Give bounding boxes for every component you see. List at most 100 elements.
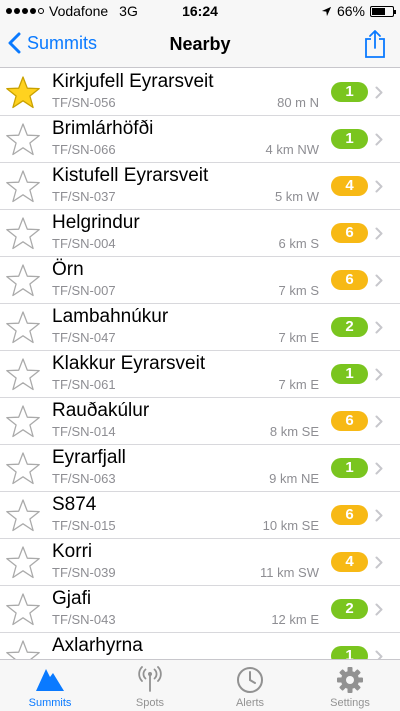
summit-row[interactable]: Klakkur Eyrarsveit TF/SN-061 7 km E 1	[0, 351, 400, 398]
tab-settings[interactable]: Settings	[300, 660, 400, 711]
summit-row[interactable]: Axlarhyrna 1	[0, 633, 400, 659]
summit-row[interactable]: Eyrarfjall TF/SN-063 9 km NE 1	[0, 445, 400, 492]
summit-reference: TF/SN-004	[52, 236, 116, 251]
tab-summits[interactable]: Summits	[0, 660, 100, 711]
summit-name: Lambahnúkur	[52, 306, 169, 327]
summit-reference: TF/SN-043	[52, 612, 116, 627]
chevron-right-icon	[375, 509, 383, 527]
summit-row[interactable]: Örn TF/SN-007 7 km S 6	[0, 257, 400, 304]
tab-alerts[interactable]: Alerts	[200, 660, 300, 711]
tab-label: Summits	[28, 697, 72, 709]
location-arrow-icon	[321, 6, 332, 16]
chevron-right-icon	[375, 603, 383, 621]
summit-distance: 12 km E	[271, 612, 319, 627]
points-badge: 1	[331, 458, 368, 478]
page-title: Nearby	[169, 34, 231, 54]
points-badge: 1	[331, 129, 368, 149]
favorite-star-icon[interactable]	[5, 122, 41, 158]
favorite-star-icon[interactable]	[5, 310, 41, 346]
gear-icon	[336, 666, 364, 699]
tab-label: Spots	[135, 697, 165, 709]
summit-row[interactable]: Gjafi TF/SN-043 12 km E 2	[0, 586, 400, 633]
summit-reference: TF/SN-063	[52, 471, 116, 486]
summit-distance: 8 km SE	[269, 424, 319, 439]
summit-distance: 4 km NW	[265, 142, 319, 157]
tab-spots[interactable]: Spots	[100, 660, 200, 711]
points-badge: 6	[331, 505, 368, 525]
navigation-bar: Summits Nearby	[0, 22, 400, 68]
chevron-right-icon	[375, 650, 383, 659]
favorite-star-icon[interactable]	[5, 639, 41, 659]
favorite-star-icon[interactable]	[5, 545, 41, 581]
summit-row[interactable]: S874 TF/SN-015 10 km SE 6	[0, 492, 400, 539]
summit-distance: 10 km SE	[262, 518, 319, 533]
points-badge: 6	[331, 270, 368, 290]
clock-icon	[236, 666, 264, 699]
summit-name: Örn	[52, 259, 84, 280]
summit-distance: 7 km E	[278, 377, 319, 392]
summit-row[interactable]: Helgrindur TF/SN-004 6 km S 6	[0, 210, 400, 257]
summit-name: Gjafi	[52, 588, 92, 609]
chevron-right-icon	[375, 321, 383, 339]
summit-name: Helgrindur	[52, 212, 140, 233]
favorite-star-icon[interactable]	[5, 263, 41, 299]
summit-row[interactable]: Brimlárhöfði TF/SN-066 4 km NW 1	[0, 116, 400, 163]
summit-reference: TF/SN-066	[52, 142, 116, 157]
summit-name: Brimlárhöfði	[52, 118, 154, 139]
tab-label: Alerts	[235, 697, 265, 709]
status-right: 66%	[321, 3, 396, 19]
chevron-right-icon	[375, 180, 383, 198]
summit-row[interactable]: Kirkjufell Eyrarsveit TF/SN-056 80 m N 1	[0, 69, 400, 116]
favorite-star-icon[interactable]	[5, 498, 41, 534]
points-badge: 2	[331, 599, 368, 619]
summit-reference: TF/SN-014	[52, 424, 116, 439]
summit-name: Axlarhyrna	[52, 635, 143, 656]
summit-reference: TF/SN-039	[52, 565, 116, 580]
summit-name: Eyrarfjall	[52, 447, 126, 468]
summit-distance: 7 km E	[278, 330, 319, 345]
summit-reference: TF/SN-015	[52, 518, 116, 533]
summit-reference: TF/SN-037	[52, 189, 116, 204]
chevron-right-icon	[375, 462, 383, 480]
summit-row[interactable]: Kistufell Eyrarsveit TF/SN-037 5 km W 4	[0, 163, 400, 210]
summit-distance: 9 km NE	[269, 471, 319, 486]
battery-percent: 66%	[336, 3, 365, 19]
favorite-star-icon[interactable]	[5, 216, 41, 252]
summit-list[interactable]: Kirkjufell Eyrarsveit TF/SN-056 80 m N 1 Bri…	[0, 69, 400, 659]
points-badge: 1	[331, 646, 368, 659]
share-icon[interactable]	[364, 29, 386, 59]
points-badge: 1	[331, 364, 368, 384]
summit-name: Korri	[52, 541, 93, 562]
summit-row[interactable]: Korri TF/SN-039 11 km SW 4	[0, 539, 400, 586]
favorite-star-icon[interactable]	[5, 357, 41, 393]
summit-distance: 7 km S	[278, 283, 319, 298]
points-badge: 4	[331, 552, 368, 572]
chevron-right-icon	[375, 133, 383, 151]
summit-distance: 80 m N	[277, 95, 319, 110]
favorite-star-icon[interactable]	[5, 75, 41, 111]
favorite-star-icon[interactable]	[5, 451, 41, 487]
summit-row[interactable]: Lambahnúkur TF/SN-047 7 km E 2	[0, 304, 400, 351]
summit-row[interactable]: Rauðakúlur TF/SN-014 8 km SE 6	[0, 398, 400, 445]
points-badge: 1	[331, 82, 368, 102]
points-badge: 6	[331, 223, 368, 243]
battery-fill	[372, 7, 386, 15]
chevron-right-icon	[375, 368, 383, 386]
summit-distance: 5 km W	[274, 189, 319, 204]
tab-label: Settings	[330, 697, 370, 709]
chevron-right-icon	[375, 86, 383, 104]
favorite-star-icon[interactable]	[5, 404, 41, 440]
battery-icon	[370, 5, 396, 17]
summit-reference: TF/SN-056	[52, 95, 116, 110]
tab-bar: Summits Spots Alerts Settings	[0, 659, 400, 711]
points-badge: 2	[331, 317, 368, 337]
chevron-right-icon	[375, 415, 383, 433]
summit-distance: 6 km S	[278, 236, 319, 251]
favorite-star-icon[interactable]	[5, 169, 41, 205]
favorite-star-icon[interactable]	[5, 592, 41, 628]
antenna-icon	[137, 666, 163, 697]
summit-reference: TF/SN-061	[52, 377, 116, 392]
summit-name: Klakkur Eyrarsveit	[52, 353, 206, 374]
summit-reference: TF/SN-047	[52, 330, 116, 345]
chevron-right-icon	[375, 274, 383, 292]
